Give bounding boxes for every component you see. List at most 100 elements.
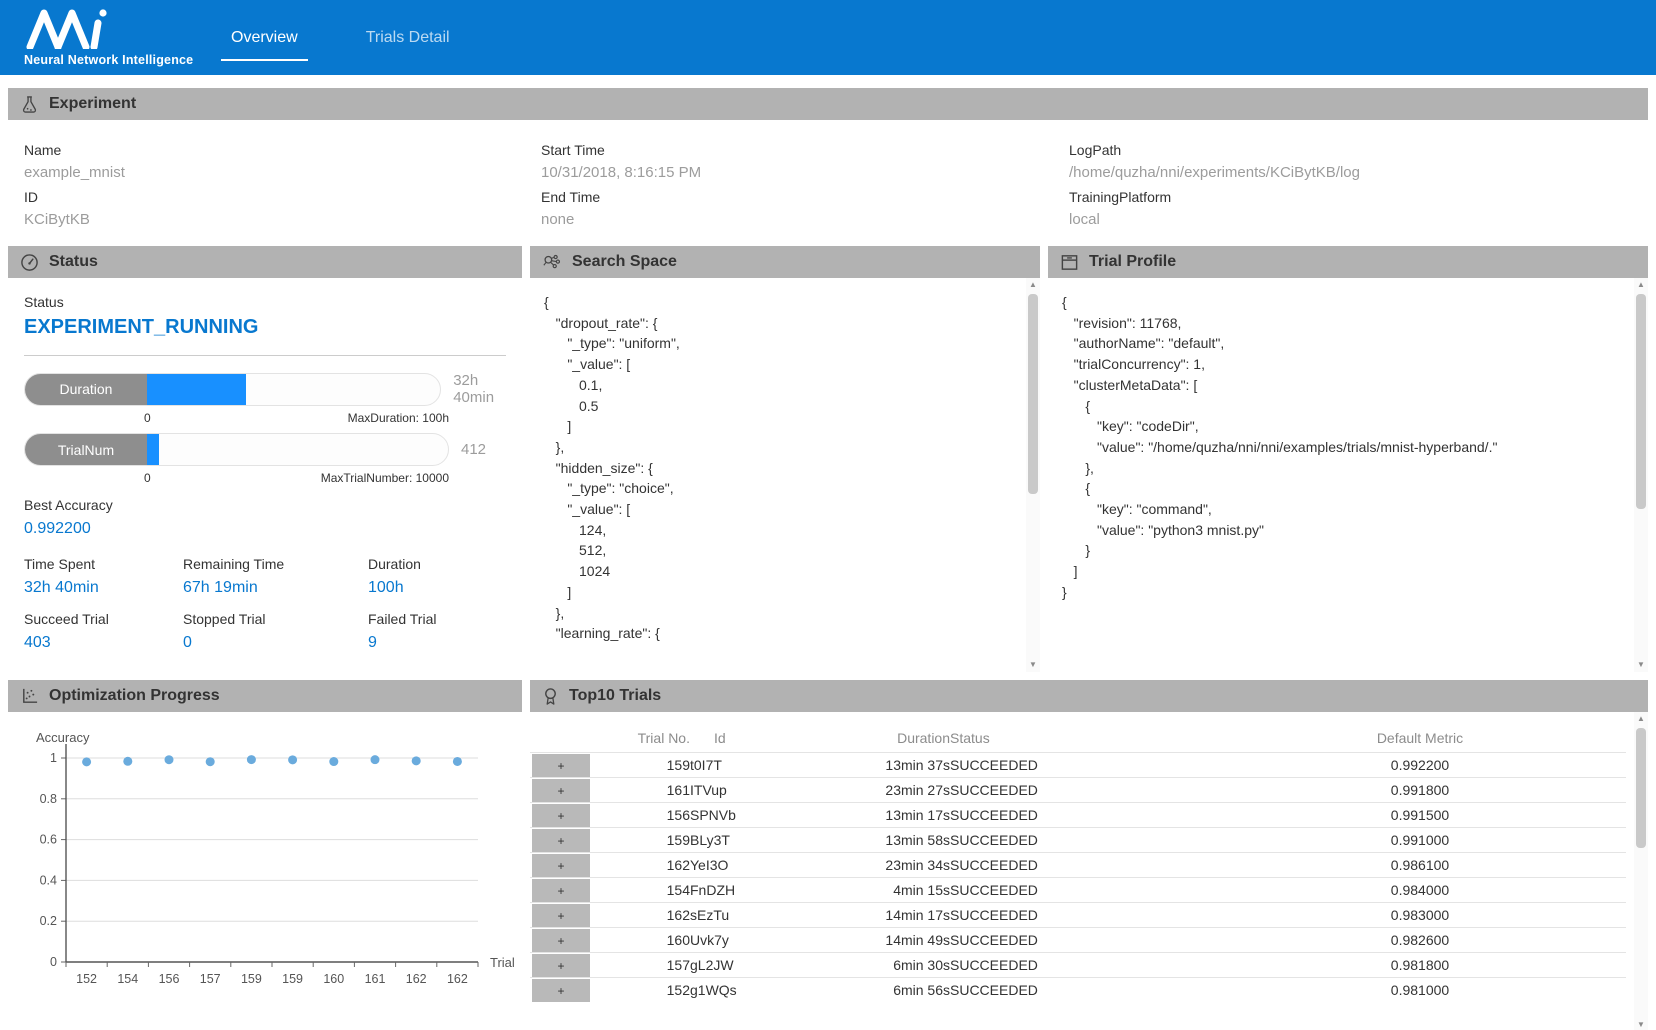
trial-id-cell: t0I7T <box>690 753 810 778</box>
spacer-cell <box>1590 903 1626 928</box>
spacer-cell <box>1590 978 1626 1003</box>
col-trial-no: Trial No. <box>592 722 690 753</box>
field-value: KCiBytKB <box>24 211 541 228</box>
stat-value: 9 <box>368 634 522 652</box>
trial-no-cell: 154 <box>592 878 690 903</box>
trial-no-cell: 152 <box>592 978 690 1003</box>
trial-id-cell: BLy3T <box>690 828 810 853</box>
y-tick-label: 0.8 <box>40 792 57 806</box>
expand-row-button[interactable]: + <box>532 879 590 902</box>
scrollbar-thumb[interactable] <box>1636 294 1646 509</box>
trial-profile-json: { "revision": 11768, "authorName": "defa… <box>1048 278 1648 603</box>
search-space-scrollbar[interactable]: ▲ ▼ <box>1026 278 1040 672</box>
trial-id-cell: sEzTu <box>690 903 810 928</box>
metric-cell: 0.982600 <box>1250 928 1590 953</box>
field-value: 10/31/2018, 8:16:15 PM <box>541 164 1069 181</box>
scrollbar-thumb[interactable] <box>1028 294 1038 494</box>
expand-row-button[interactable]: + <box>532 979 590 1002</box>
metric-cell: 0.992200 <box>1250 753 1590 778</box>
stat-label: Remaining Time <box>183 556 368 572</box>
expand-row-button[interactable]: + <box>532 854 590 877</box>
expand-row-button[interactable]: + <box>532 779 590 802</box>
metric-cell: 0.991000 <box>1250 828 1590 853</box>
x-tick-label: 157 <box>200 972 221 986</box>
experiment-info: Name example_mnist ID KCiBytKB Start Tim… <box>8 120 1648 238</box>
expand-row-button[interactable]: + <box>532 904 590 927</box>
status-panel: Status Status EXPERIMENT_RUNNING Duratio… <box>8 246 522 672</box>
nni-logo: Neural Network Intelligence <box>0 9 215 67</box>
col-duration: Duration <box>810 722 950 753</box>
scrollbar-thumb[interactable] <box>1636 728 1646 848</box>
spacer-cell <box>1590 753 1626 778</box>
status-cell: SUCCEEDED <box>950 803 1250 828</box>
status-cell: SUCCEEDED <box>950 953 1250 978</box>
spacer-cell <box>1590 853 1626 878</box>
optimization-section: Optimization Progress Accuracy00.20.40.6… <box>8 680 522 1007</box>
status-cell: SUCCEEDED <box>950 753 1250 778</box>
x-tick-label: 162 <box>406 972 427 986</box>
top10-title: Top10 Trials <box>569 687 661 705</box>
expand-cell: + <box>530 778 592 803</box>
metric-cell: 0.986100 <box>1250 853 1590 878</box>
y-axis-title: Accuracy <box>36 730 90 745</box>
trialnum-bar-scale: 0 MaxTrialNumber: 10000 <box>24 469 449 487</box>
trial-profile-scrollbar[interactable]: ▲ ▼ <box>1634 278 1648 672</box>
stat-value: 100h <box>368 579 522 597</box>
duration-progressbar: Duration 32h 40min <box>24 372 522 406</box>
trial-id-cell: SPNVb <box>690 803 810 828</box>
stat-label: Failed Trial <box>368 611 522 627</box>
status-cell: SUCCEEDED <box>950 853 1250 878</box>
duration-bar-value: 32h 40min <box>453 372 522 406</box>
trial-profile-title: Trial Profile <box>1089 253 1176 271</box>
down-arrow-icon[interactable]: ▼ <box>1634 658 1648 672</box>
trial-profile-header: Trial Profile <box>1048 246 1648 278</box>
best-accuracy-label: Best Accuracy <box>24 497 522 513</box>
expand-row-button[interactable]: + <box>532 954 590 977</box>
duration-bar-label: Duration <box>25 374 147 405</box>
expand-cell: + <box>530 753 592 778</box>
stat-label: Duration <box>368 556 522 572</box>
expand-row-button[interactable]: + <box>532 804 590 827</box>
duration-cell: 13min 17s <box>810 803 950 828</box>
x-tick-label: 160 <box>323 972 344 986</box>
y-tick-label: 1 <box>50 751 57 765</box>
scatter-icon <box>20 687 39 706</box>
expand-row-button[interactable]: + <box>532 829 590 852</box>
up-arrow-icon[interactable]: ▲ <box>1634 712 1648 726</box>
expand-cell: + <box>530 928 592 953</box>
data-point <box>453 757 462 766</box>
tab-trials-detail[interactable]: Trials Detail <box>362 23 454 53</box>
trial-id-cell: Uvk7y <box>690 928 810 953</box>
trial-no-cell: 161 <box>592 778 690 803</box>
table-row: +152g1WQs6min 56sSUCCEEDED0.981000 <box>530 978 1626 1003</box>
duration-cell: 6min 30s <box>810 953 950 978</box>
down-arrow-icon[interactable]: ▼ <box>1634 1018 1648 1030</box>
duration-cell: 13min 37s <box>810 753 950 778</box>
duration-cell: 14min 49s <box>810 928 950 953</box>
up-arrow-icon[interactable]: ▲ <box>1026 278 1040 292</box>
scale-max: MaxTrialNumber: 10000 <box>321 471 449 485</box>
x-tick-label: 159 <box>241 972 262 986</box>
down-arrow-icon[interactable]: ▼ <box>1026 658 1040 672</box>
spacer-cell <box>1590 928 1626 953</box>
metric-cell: 0.981000 <box>1250 978 1590 1003</box>
trialnum-bar-fill <box>147 434 159 465</box>
data-point <box>329 757 338 766</box>
expand-row-button[interactable]: + <box>532 929 590 952</box>
trialnum-progressbar: TrialNum 412 <box>24 433 522 466</box>
status-value: EXPERIMENT_RUNNING <box>24 316 522 339</box>
x-axis-title: Trial <box>490 955 515 970</box>
up-arrow-icon[interactable]: ▲ <box>1634 278 1648 292</box>
field-label: LogPath <box>1069 142 1648 158</box>
nni-overview-page: Neural Network Intelligence Overview Tri… <box>0 0 1656 1030</box>
trialnum-bar-label: TrialNum <box>25 434 147 465</box>
top-navbar: Neural Network Intelligence Overview Tri… <box>0 0 1656 75</box>
tab-overview[interactable]: Overview <box>227 23 302 53</box>
table-row: +160Uvk7y14min 49sSUCCEEDED0.982600 <box>530 928 1626 953</box>
col-id: Id <box>690 722 810 753</box>
expand-row-button[interactable]: + <box>532 754 590 777</box>
top10-scrollbar[interactable]: ▲ ▼ <box>1634 712 1648 1030</box>
expand-cell: + <box>530 803 592 828</box>
duration-cell: 14min 17s <box>810 903 950 928</box>
status-cell: SUCCEEDED <box>950 778 1250 803</box>
